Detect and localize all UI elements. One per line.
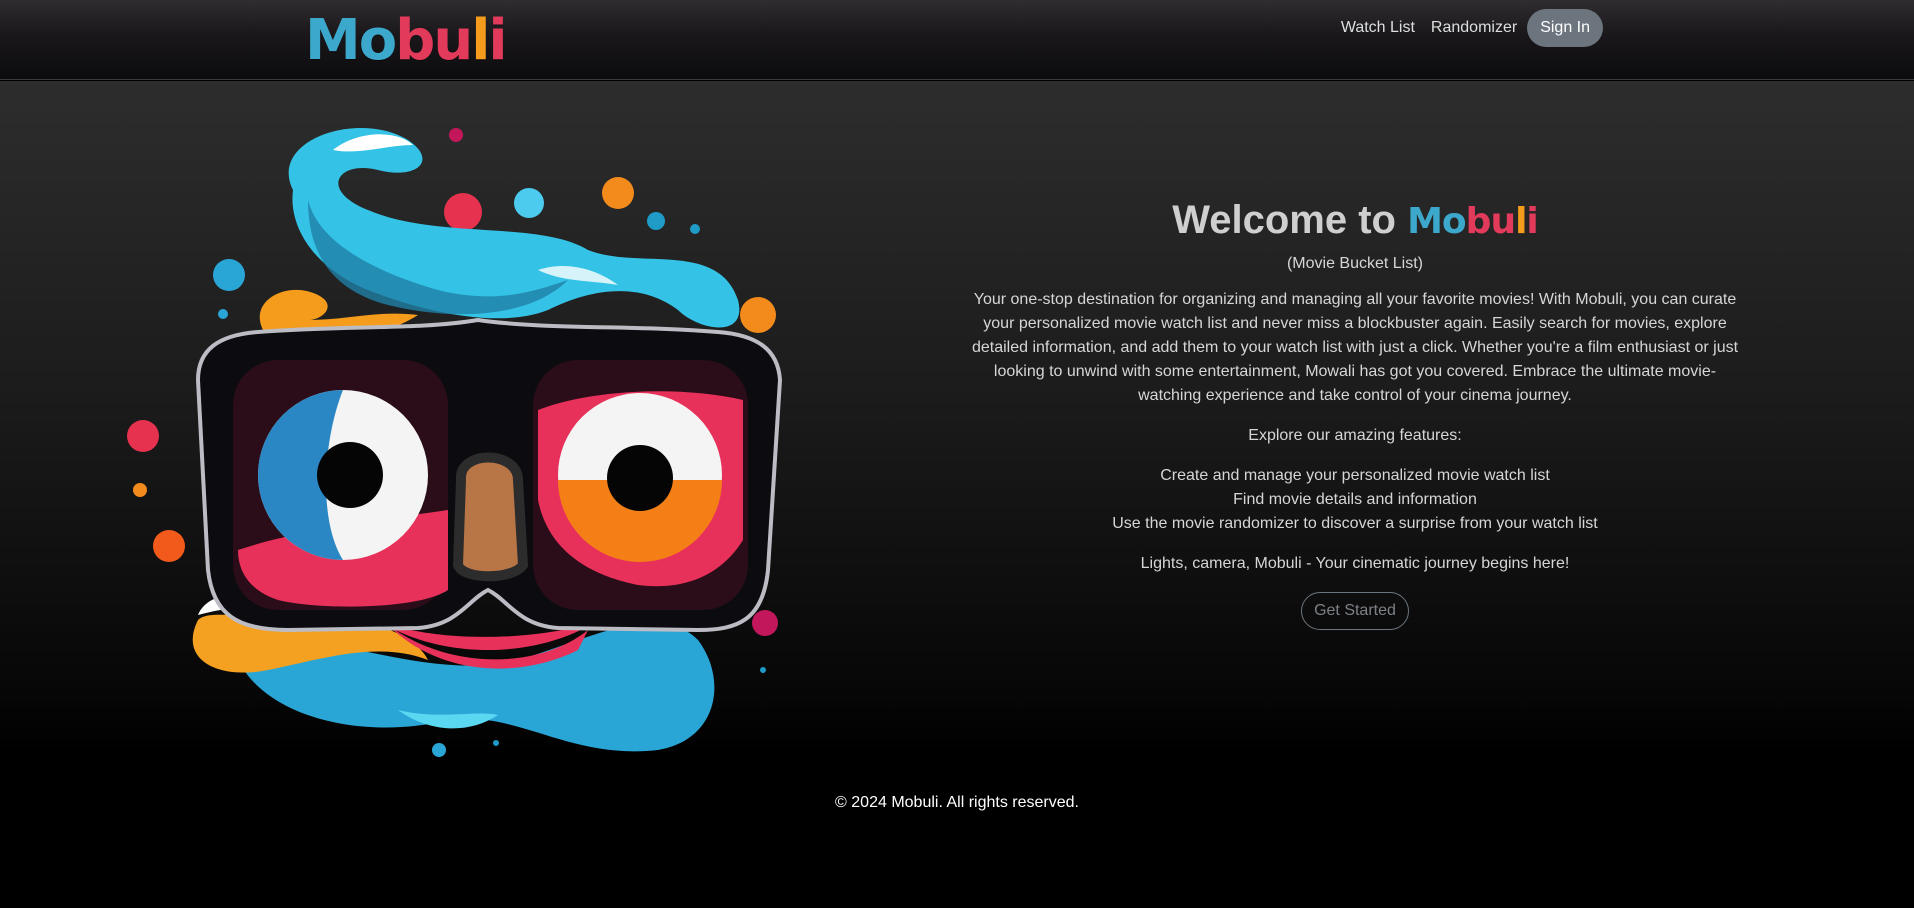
footer-copyright: © 2024 Mobuli. All rights reserved. <box>835 794 1079 811</box>
mobuli-mascot-glasses-icon <box>127 128 783 757</box>
logo-letter: u <box>433 8 473 73</box>
subtitle: (Movie Bucket List) <box>1286 255 1424 272</box>
logo-letter: i <box>488 8 507 73</box>
welcome-brand: Mobuli <box>1407 201 1539 242</box>
feature-item: Create and manage your personalized movi… <box>1160 467 1550 484</box>
features-list: Create and manage your personalized movi… <box>950 464 1760 536</box>
logo-letter: l <box>471 8 490 73</box>
feature-item: Find movie details and information <box>1233 491 1477 508</box>
navbar: Mobuli Watch List Randomizer Sign In <box>0 0 1914 80</box>
welcome-content: Welcome to Mobuli (Movie Bucket List) Yo… <box>950 190 1760 630</box>
welcome-heading: Welcome to Mobuli <box>950 190 1760 252</box>
logo-letter: b <box>395 8 435 73</box>
features-intro: Explore our amazing features: <box>1248 427 1462 444</box>
description: Your one-stop destination for organizing… <box>971 291 1739 404</box>
tagline: Lights, camera, Mobuli - Your cinematic … <box>1140 555 1570 572</box>
nav-link-randomizer[interactable]: Randomizer <box>1431 19 1517 37</box>
logo-letter: M <box>305 8 361 73</box>
site-logo[interactable]: Mobuli <box>305 6 508 76</box>
sign-in-button[interactable]: Sign In <box>1527 9 1603 47</box>
nav-links: Watch List Randomizer Sign In <box>1325 9 1603 47</box>
logo-letter: o <box>358 8 398 73</box>
feature-item: Use the movie randomizer to discover a s… <box>1112 515 1598 532</box>
welcome-prefix: Welcome to <box>1172 198 1396 242</box>
get-started-button[interactable]: Get Started <box>1301 592 1409 630</box>
nav-link-watch-list[interactable]: Watch List <box>1341 19 1415 37</box>
